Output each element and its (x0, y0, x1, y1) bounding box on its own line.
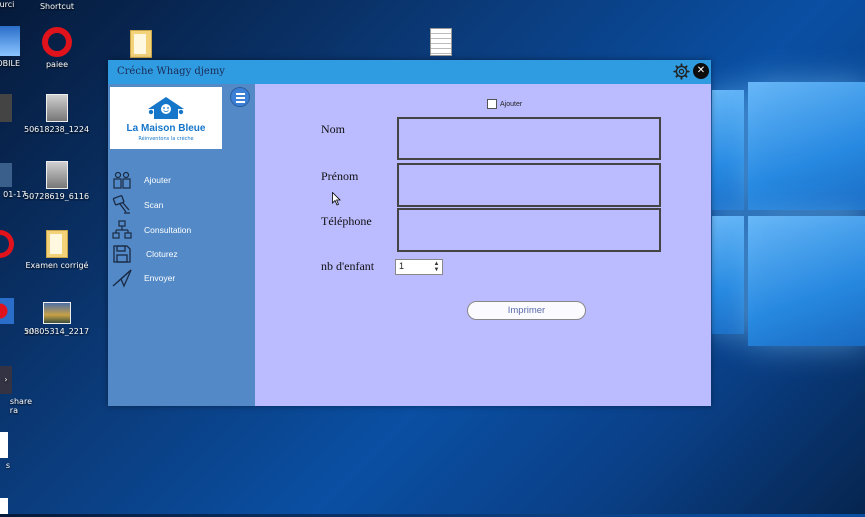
nb-enfant-label: nb d'enfant (321, 259, 375, 273)
share-icon: › (0, 366, 12, 394)
gear-icon[interactable] (673, 63, 690, 80)
photo-icon (46, 161, 68, 189)
title-bar: Créche Whagy djemy ✕ (108, 60, 711, 84)
desktop-icon[interactable]: 50728619_6116... (24, 161, 90, 201)
nom-field[interactable] (397, 117, 661, 160)
sidebar-item-label: Consultation (144, 225, 192, 235)
sidebar-item-consultation[interactable]: Consultation (112, 220, 242, 242)
nb-enfant-value: 1 (399, 261, 405, 271)
sidebar-item-ajouter[interactable]: Ajouter (112, 170, 242, 192)
telephone-field[interactable] (397, 208, 661, 252)
prenom-field[interactable] (397, 163, 661, 207)
window-title: Créche Whagy djemy (117, 66, 225, 77)
checkbox-label: Ajouter (500, 100, 523, 108)
sidebar-item-scan[interactable]: Scan (112, 195, 242, 217)
close-icon: ✕ (696, 65, 706, 76)
desktop-icon[interactable]: s (0, 432, 40, 470)
send-icon (112, 269, 132, 288)
desktop-icon-label: share (9, 397, 32, 406)
windows-logo (700, 60, 865, 380)
network-icon (112, 220, 132, 239)
photo-icon (0, 94, 12, 122)
form-panel: Ajouter Nom Prénom Téléphone nb d'enfant… (255, 84, 711, 406)
folder-icon (130, 30, 152, 58)
nom-label: Nom (321, 122, 345, 136)
house-logo-icon (148, 97, 184, 119)
opera-icon (0, 230, 14, 258)
save-icon (113, 245, 131, 263)
desktop-icon-label: 50618238_1224... (24, 125, 90, 134)
desktop-icon[interactable]: Examen corrigé (24, 230, 90, 270)
sidebar-item-cloturez[interactable]: Cloturez (112, 244, 242, 266)
document-icon (0, 432, 8, 458)
mouse-cursor-icon (332, 192, 341, 206)
opera-icon (42, 27, 72, 57)
people-icon (113, 171, 131, 189)
sidebar-item-label: Cloturez (146, 249, 178, 259)
sidebar: La Maison Bleue Réinventons la crèche Aj… (108, 84, 255, 406)
logo-subtitle: Réinventons la crèche (138, 136, 194, 142)
desktop-icon[interactable]: 50618238_1224... (24, 94, 90, 134)
checkbox[interactable] (487, 99, 497, 109)
desktop-icon[interactable] (108, 30, 174, 61)
folder-icon (46, 230, 68, 258)
document-icon (430, 28, 452, 56)
desktop-icon-label: paiee (45, 60, 69, 69)
sidebar-item-label: Envoyer (144, 273, 176, 283)
close-button[interactable]: ✕ (693, 63, 709, 79)
prenom-label: Prénom (321, 169, 359, 183)
ajouter-checkbox[interactable]: Ajouter (487, 99, 522, 109)
desktop-icon-label: Shortcut (39, 2, 75, 11)
scanner-icon (112, 195, 130, 214)
imprimer-button[interactable]: Imprimer (467, 301, 586, 320)
desktop-icon[interactable]: › share ra (0, 366, 40, 415)
desktop-icon-label: s (5, 461, 10, 470)
desktop-icon-label: 50805314_2217... (24, 327, 90, 336)
app-icon (0, 26, 20, 56)
desktop-icon-label: Examen corrigé (25, 261, 89, 270)
app-icon (0, 163, 12, 187)
desktop-icon[interactable] (0, 498, 40, 517)
logo-title: La Maison Bleue (126, 123, 206, 134)
desktop-icon-label: 50728619_6116... (24, 192, 90, 201)
sidebar-item-label: Ajouter (144, 175, 171, 185)
photo-icon (43, 302, 71, 324)
telephone-label: Téléphone (321, 214, 372, 228)
desktop-icon[interactable]: paiee (24, 27, 90, 69)
document-icon (0, 498, 8, 514)
desktop-icon-label: ra (9, 406, 18, 416)
photo-icon (46, 94, 68, 122)
stepper-arrows-icon[interactable]: ▲ ▼ (432, 261, 441, 273)
desktop-icon[interactable]: Shortcut (24, 2, 90, 11)
app-icon (0, 298, 14, 324)
logo: La Maison Bleue Réinventons la crèche (110, 87, 222, 149)
desktop-icon[interactable] (408, 28, 474, 59)
desktop-icon[interactable]: 50805314_2217... (24, 302, 90, 336)
sidebar-item-envoyer[interactable]: Envoyer (112, 268, 242, 290)
nb-enfant-stepper[interactable]: 1 ▲ ▼ (395, 259, 443, 275)
menu-button[interactable] (230, 87, 250, 107)
app-window: Créche Whagy djemy ✕ La Maison Bleue Réi… (108, 60, 711, 406)
sidebar-item-label: Scan (144, 200, 164, 210)
